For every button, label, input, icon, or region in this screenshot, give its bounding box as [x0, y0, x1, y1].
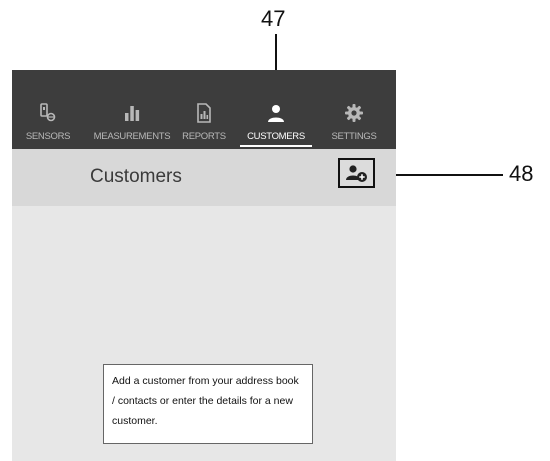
nav-tab-settings[interactable]: SETTINGS	[320, 70, 388, 149]
nav-tab-settings-label: SETTINGS	[331, 131, 377, 142]
nav-tab-reports-label: REPORTS	[182, 131, 226, 142]
figure-canvas: 47 48 SENSORS MEASUREMENTS REPORTS CUSTO…	[0, 0, 550, 461]
add-customer-icon	[346, 165, 367, 182]
page-title: Customers	[90, 166, 182, 187]
nav-tab-sensors[interactable]: SENSORS	[12, 70, 84, 149]
empty-state-hint: Add a customer from your address book / …	[103, 364, 313, 444]
active-tab-indicator	[240, 145, 312, 147]
callout-leader-48	[387, 174, 503, 176]
report-icon	[194, 103, 214, 123]
empty-state-hint-text: Add a customer from your address book / …	[112, 375, 299, 427]
callout-label-47: 47	[261, 6, 286, 31]
add-customer-button[interactable]	[338, 158, 375, 188]
gear-icon	[344, 103, 364, 123]
nav-tab-measurements-label: MEASUREMENTS	[93, 131, 171, 142]
customer-icon	[266, 103, 286, 123]
callout-label-48: 48	[509, 161, 534, 186]
bottom-nav-bar: SENSORS MEASUREMENTS REPORTS CUSTOMERS S…	[12, 70, 396, 149]
nav-tab-reports[interactable]: REPORTS	[174, 70, 234, 149]
nav-tab-customers[interactable]: CUSTOMERS	[238, 70, 314, 149]
nav-tab-customers-label: CUSTOMERS	[247, 131, 305, 142]
nav-tab-sensors-label: SENSORS	[25, 131, 71, 142]
page-header: Customers	[12, 149, 396, 206]
sensor-icon	[38, 103, 58, 123]
app-screen: SENSORS MEASUREMENTS REPORTS CUSTOMERS S…	[12, 70, 396, 461]
nav-tab-measurements[interactable]: MEASUREMENTS	[84, 70, 180, 149]
bar-chart-icon	[122, 103, 142, 123]
